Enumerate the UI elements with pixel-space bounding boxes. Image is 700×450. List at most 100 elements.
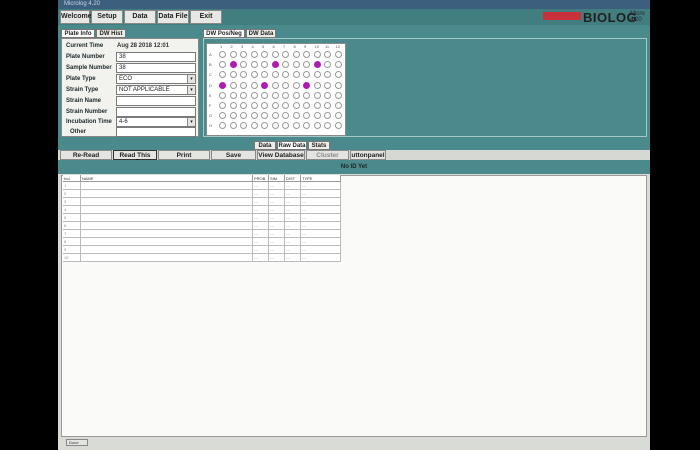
plate-number-field[interactable]: 38 <box>116 52 196 62</box>
plate-well[interactable] <box>292 122 300 130</box>
plate-well[interactable] <box>261 71 268 79</box>
plate-well[interactable] <box>250 112 258 120</box>
chevron-down-icon[interactable]: ▾ <box>187 118 195 126</box>
plate-well[interactable] <box>229 51 237 58</box>
plate-well[interactable] <box>313 122 321 130</box>
plate-well[interactable] <box>334 112 342 120</box>
plate-well[interactable] <box>250 122 258 130</box>
save-button[interactable]: Save <box>211 150 256 160</box>
plate-well[interactable] <box>271 71 279 79</box>
plate-well[interactable] <box>292 102 300 109</box>
sample-number-field[interactable]: 38 <box>116 63 196 73</box>
plate-well[interactable] <box>292 81 300 89</box>
plate-well[interactable] <box>271 102 279 109</box>
plate-well[interactable] <box>240 81 247 89</box>
plate-well[interactable] <box>324 112 331 120</box>
plate-well[interactable] <box>334 122 342 130</box>
plate-well[interactable] <box>271 51 279 58</box>
chevron-down-icon[interactable]: ▾ <box>187 75 195 83</box>
plate-well[interactable] <box>313 112 321 120</box>
plate-well[interactable] <box>313 102 321 109</box>
plate-well[interactable] <box>229 112 237 120</box>
table-row[interactable]: 3 --- --- --- --- <box>63 198 341 206</box>
menu-data-file[interactable]: Data File <box>157 10 189 24</box>
plate-well[interactable] <box>250 51 258 58</box>
plate-well[interactable] <box>324 81 331 89</box>
plate-well[interactable] <box>324 122 331 130</box>
plate-well[interactable] <box>334 71 342 79</box>
tab-dw-data[interactable]: DW Data <box>246 29 276 38</box>
plate-well[interactable] <box>303 81 310 89</box>
plate-well[interactable] <box>271 91 279 99</box>
menu-setup[interactable]: Setup <box>91 10 123 24</box>
plate-well[interactable] <box>303 112 310 120</box>
table-row[interactable]: 9 --- --- --- --- <box>63 246 341 254</box>
menu-data[interactable]: Data <box>124 10 156 24</box>
plate-well[interactable] <box>229 71 237 79</box>
plate-well[interactable] <box>219 112 226 120</box>
plate-well[interactable] <box>303 71 310 79</box>
plate-well[interactable] <box>313 71 321 79</box>
chevron-down-icon[interactable]: ▾ <box>187 86 195 94</box>
plate-well[interactable] <box>229 102 237 109</box>
plate-well[interactable] <box>240 102 247 109</box>
print-button[interactable]: Print <box>158 150 210 160</box>
strain-number-field[interactable] <box>116 107 196 117</box>
tab-dw-hist[interactable]: DW Hist <box>96 29 126 38</box>
plate-well[interactable] <box>240 122 247 130</box>
incubation-time-select[interactable]: 4-6 ▾ <box>116 117 196 127</box>
table-row[interactable]: 1 --- --- --- --- <box>63 182 341 190</box>
plate-well[interactable] <box>250 91 258 99</box>
plate-well[interactable] <box>240 71 247 79</box>
plate-well[interactable] <box>282 51 289 58</box>
tab-plate-info[interactable]: Plate Info <box>61 29 95 38</box>
menu-welcome[interactable]: Welcome <box>60 10 92 24</box>
plate-well[interactable] <box>324 71 331 79</box>
table-row[interactable]: 2 --- --- --- --- <box>63 190 341 198</box>
plate-well[interactable] <box>219 51 226 58</box>
plate-well[interactable] <box>324 102 331 109</box>
plate-well[interactable] <box>292 91 300 99</box>
table-row[interactable]: 8 --- --- --- --- <box>63 238 341 246</box>
plate-well[interactable] <box>313 91 321 99</box>
view-database-button[interactable]: View Database <box>257 150 305 160</box>
plate-well[interactable] <box>282 122 289 130</box>
plate-well[interactable] <box>324 51 331 58</box>
plate-well[interactable] <box>250 71 258 79</box>
plate-well[interactable] <box>261 102 268 109</box>
tab-dw-pos-neg[interactable]: DW Pos/Neg <box>203 29 245 38</box>
plate-well[interactable] <box>282 91 289 99</box>
plate-well[interactable] <box>292 71 300 79</box>
plate-well[interactable] <box>334 51 342 58</box>
plate-well[interactable] <box>271 61 279 69</box>
plate-well[interactable] <box>292 51 300 58</box>
plate-well[interactable] <box>282 81 289 89</box>
plate-well[interactable] <box>303 91 310 99</box>
plate-well[interactable] <box>240 112 247 120</box>
plate-type-select[interactable]: ECO ▾ <box>116 74 196 84</box>
plate-well[interactable] <box>261 81 268 89</box>
tab-data[interactable]: Data <box>254 141 276 150</box>
plate-well[interactable] <box>261 112 268 120</box>
table-row[interactable]: 7 --- --- --- --- <box>63 230 341 238</box>
menu-exit[interactable]: Exit <box>190 10 222 24</box>
cluster-menu-button[interactable]: Cluster Menu <box>306 150 349 169</box>
plate-well[interactable] <box>282 102 289 109</box>
plate-well[interactable] <box>303 61 310 69</box>
plate-well[interactable] <box>261 51 268 58</box>
plate-well[interactable] <box>219 122 226 130</box>
table-row[interactable]: 10 --- --- --- --- <box>63 254 341 262</box>
plate-well[interactable] <box>313 61 321 69</box>
plate-well[interactable] <box>229 81 237 89</box>
plate-well[interactable] <box>334 81 342 89</box>
plate-well[interactable] <box>229 91 237 99</box>
plate-well[interactable] <box>250 61 258 69</box>
plate-well[interactable] <box>303 122 310 130</box>
plate-well[interactable] <box>250 81 258 89</box>
plate-well[interactable] <box>240 51 247 58</box>
plate-well[interactable] <box>292 112 300 120</box>
plate-well[interactable] <box>282 61 289 69</box>
plate-well[interactable] <box>271 112 279 120</box>
table-row[interactable]: 5 --- --- --- --- <box>63 214 341 222</box>
plate-well[interactable] <box>229 122 237 130</box>
